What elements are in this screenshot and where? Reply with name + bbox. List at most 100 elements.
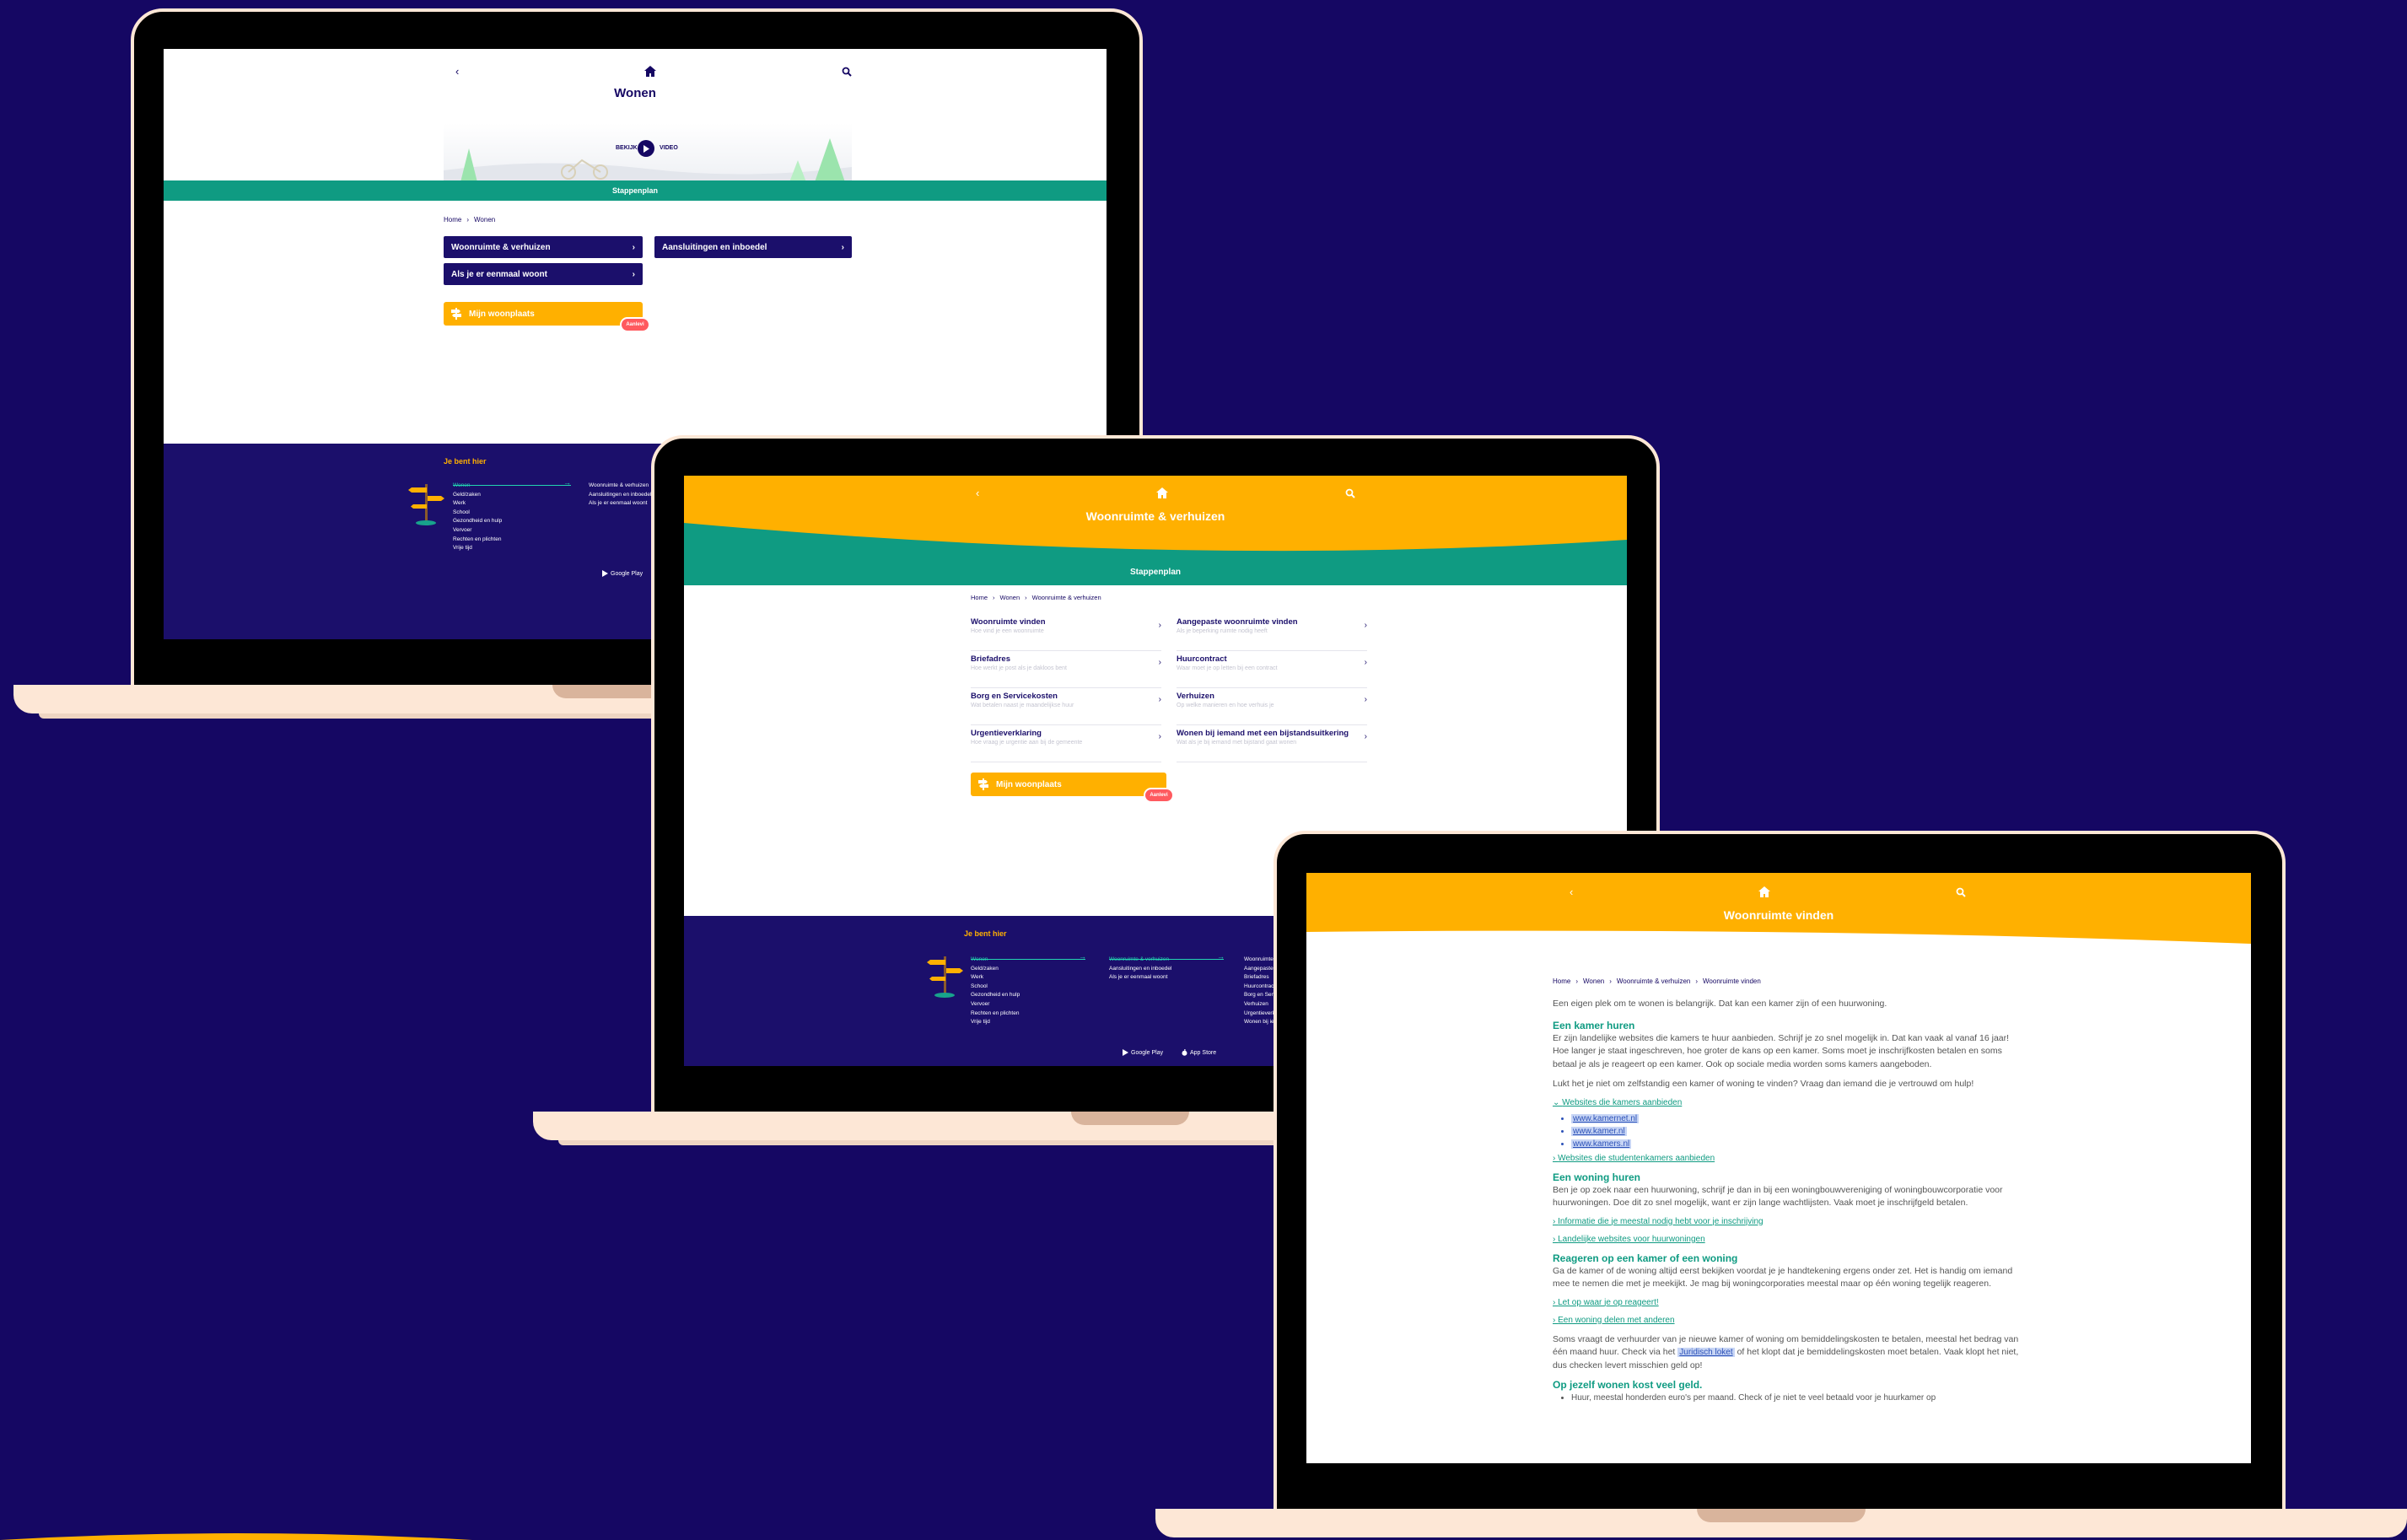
toggle-inschrijving-info[interactable]: Informatie die je meestal nodig hebt voo… [1553,1217,2020,1226]
back-chevron-icon[interactable]: ‹ [976,487,979,498]
paragraph-hulp: Lukt het je niet om zelfstandig een kame… [1553,1079,1974,1089]
step-verhuizen[interactable]: Verhuizen Op welke manieren en hoe verhui… [1177,692,1367,725]
footer-link[interactable]: Rechten en plichten [971,1010,1020,1016]
signpost-illustration [408,484,444,525]
footer-link[interactable]: School [971,983,1020,989]
search-icon[interactable] [1956,887,1966,897]
heading-kamer-huren: Een kamer huren [1553,1019,1635,1031]
chevron-right-icon: › [466,216,470,223]
footer-col-categories: Wonen Geld/zaken Werk School Gezondheid … [971,956,1020,1025]
mijn-woonplaats-button[interactable]: Mijn woonplaats [971,773,1166,796]
chevron-right-icon: › [1575,977,1579,985]
step-urgentieverklaring[interactable]: Urgentieverklaring Hoe vraag je urgentie … [971,729,1161,762]
toggle-studentenkamers[interactable]: Websites die studentenkamers aanbieden [1553,1154,2020,1163]
aansluitingen-inboedel-button[interactable]: Aansluitingen en inboedel › [654,236,852,258]
toggle-kamer-websites[interactable]: Websites die kamers aanbieden [1553,1098,2020,1107]
link-kamernet[interactable]: www.kamernet.nl [1571,1113,1640,1123]
hero-illustration: BEKIJK VIDEO [444,123,852,182]
breadcrumb-home[interactable]: Home [971,594,988,601]
breadcrumb-wonen: Wonen [474,216,496,223]
mijn-woonplaats-button[interactable]: Mijn woonplaats [444,302,643,326]
aanlevi-badge[interactable]: Aanlevi [620,317,650,332]
laptop-3-notch [1697,1509,1866,1522]
bottom-accent [0,1533,472,1540]
back-chevron-icon[interactable]: ‹ [1570,886,1573,897]
toggle-woning-delen[interactable]: Een woning delen met anderen [1553,1316,2020,1325]
footer-link[interactable]: Vrije tijd [971,1019,1020,1025]
breadcrumb: Home › Wonen [444,216,495,223]
breadcrumb-current: Woonruimte vinden [1703,977,1761,985]
home-icon[interactable] [644,66,657,77]
juridisch-loket-link[interactable]: Juridisch loket [1677,1348,1735,1357]
video-label-right: VIDEO [660,145,678,151]
paragraph-reageren: Ga de kamer of de woning altijd eerst be… [1553,1265,2013,1290]
paragraph-bemiddeling: Soms vraagt de verhuurder van je nieuwe … [1553,1333,2019,1370]
chevron-right-icon: › [1364,658,1367,667]
step-wonen-bijstand[interactable]: Wonen bij iemand met een bijstandsuitker… [1177,729,1367,762]
aanlevi-badge[interactable]: Aanlevi [1144,788,1174,803]
stappenplan-bar[interactable]: Stappenplan [684,560,1627,585]
paragraph-woning: Ben je op zoek naar een huurwoning, schr… [1553,1184,2003,1209]
heading-woning-huren: Een woning huren [1553,1171,1640,1183]
footer-link[interactable]: Gezondheid en hulp [971,992,1020,998]
breadcrumb-woonruimte-verhuizen[interactable]: Woonruimte & verhuizen [1617,977,1690,985]
footer-arrow [971,959,1085,960]
chevron-right-icon: › [841,242,844,252]
search-icon[interactable] [1345,488,1355,498]
kosten-list: Huur, meestal honderden euro's per maand… [1553,1393,2020,1403]
home-icon[interactable] [1156,487,1169,498]
woonruimte-verhuizen-button[interactable]: Woonruimte & verhuizen › [444,236,643,258]
chevron-right-icon: › [1609,977,1612,985]
signpost-illustration [927,956,963,998]
toggle-huurwoning-websites[interactable]: Landelijke websites voor huurwoningen [1553,1235,2020,1244]
breadcrumb-current: Woonruimte & verhuizen [1031,594,1101,601]
page-title: Woonruimte vinden [1723,908,1834,922]
eenmaal-woont-button[interactable]: Als je er eenmaal woont › [444,263,643,285]
chevron-right-icon: › [1158,695,1161,704]
footer-heading: Je bent hier [964,929,1007,938]
step-briefadres[interactable]: Briefadres Hoe werkt je post als je daklo… [971,654,1161,688]
footer-link[interactable]: Werk [971,974,1020,980]
link-kamers[interactable]: www.kamers.nl [1571,1139,1632,1149]
footer-link[interactable]: Werk [453,500,502,506]
footer-link[interactable]: Vervoer [971,1001,1020,1007]
step-woonruimte-vinden[interactable]: Woonruimte vinden Hoe vind je een woonrui… [971,617,1161,651]
toggle-let-op[interactable]: Let op waar je op reageert! [1553,1298,2020,1307]
step-huurcontract[interactable]: Huurcontract Waar moet je op letten bij e… [1177,654,1367,688]
play-video-button[interactable] [638,140,654,157]
footer-heading: Je bent hier [444,457,487,466]
chevron-right-icon: › [1158,658,1161,667]
footer-link[interactable]: Vrije tijd [453,545,502,551]
video-label-left: BEKIJK [616,145,638,151]
chevron-right-icon: › [1025,594,1027,601]
search-icon[interactable] [842,67,852,77]
breadcrumb-home[interactable]: Home [1553,977,1570,985]
breadcrumb-wonen[interactable]: Wonen [1000,594,1020,601]
step-aangepaste-woonruimte[interactable]: Aangepaste woonruimte vinden Als je beper… [1177,617,1367,651]
chevron-right-icon: › [1364,621,1367,630]
stappenplan-bar[interactable]: Stappenplan [164,180,1107,201]
breadcrumb-wonen[interactable]: Wonen [1583,977,1604,985]
footer-col-categories: Wonen Geld/zaken Werk School Gezondheid … [453,482,502,551]
footer-link[interactable]: Vervoer [453,527,502,533]
breadcrumb-home[interactable]: Home [444,216,461,223]
paragraph-kamer: Er zijn landelijke websites die kamers t… [1553,1032,2010,1069]
footer-link[interactable]: Gezondheid en hulp [453,518,502,524]
chevron-right-icon: › [1158,732,1161,741]
chevron-right-icon: › [1158,621,1161,630]
footer-link[interactable]: Geld/zaken [453,492,502,498]
step-borg-servicekosten[interactable]: Borg en Servicekosten Wat betalen naast j… [971,692,1161,725]
link-kamer[interactable]: www.kamer.nl [1571,1126,1627,1136]
intro-text: Een eigen plek om te wonen is belangrijk… [1553,999,1887,1009]
article: Een eigen plek om te wonen is belangrijk… [1553,998,2020,1403]
footer-link[interactable]: School [453,509,502,515]
laptop-3: ‹ Woonruimte vinden Home › Wonen › Woonr… [1155,831,2407,1540]
arrow-right-icon: → [1079,952,1086,961]
page-title: Woonruimte & verhuizen [1085,509,1225,523]
footer-link[interactable]: Rechten en plichten [453,536,502,542]
home-icon[interactable] [1758,886,1771,897]
footer-link[interactable]: Geld/zaken [971,966,1020,972]
back-chevron-icon[interactable]: ‹ [455,66,459,77]
list-item: Huur, meestal honderden euro's per maand… [1571,1393,2020,1403]
laptop-3-screen: ‹ Woonruimte vinden Home › Wonen › Woonr… [1306,873,2251,1463]
